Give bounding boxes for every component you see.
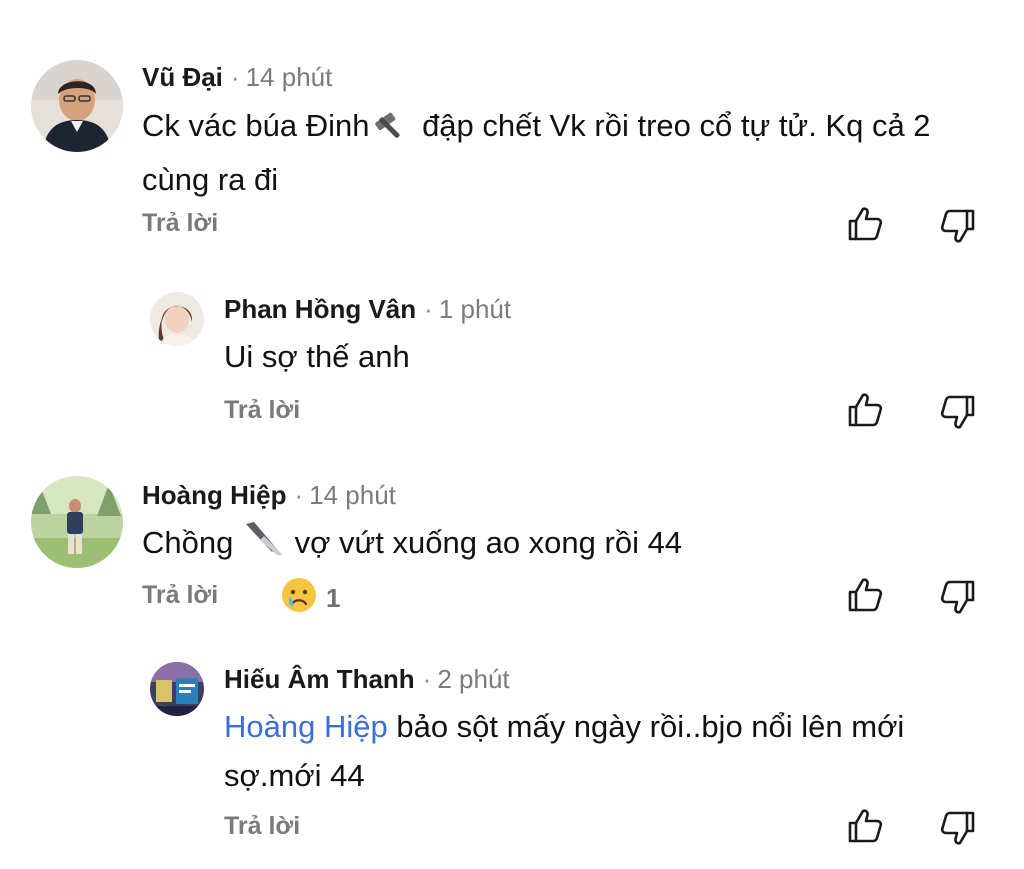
thumbs-up-icon[interactable] xyxy=(845,390,885,430)
reaction-count: 1 xyxy=(326,583,341,613)
reply-comment-item: Hiếu Âm Thanh · 2 phút Hoàng Hiệp bảo sột … xyxy=(0,640,1024,869)
sad-face-icon xyxy=(280,576,326,621)
thumbs-down-icon[interactable] xyxy=(938,577,978,617)
reply-button[interactable]: Trả lời xyxy=(142,209,218,238)
comment-header: Vũ Đại · 14 phút xyxy=(142,62,332,92)
author-name[interactable]: Phan Hồng Vân xyxy=(224,294,416,324)
comment-item: Hoàng Hiệp · 14 phút Chồng vợ vứt xuống ao… xyxy=(0,450,1024,640)
avatar[interactable] xyxy=(150,292,204,346)
separator-dot: · xyxy=(230,62,240,92)
timestamp: 1 phút xyxy=(438,294,512,324)
thumbs-up-icon[interactable] xyxy=(845,204,885,244)
comment-item: Vũ Đại · 14 phút Ck vác búa Đinh đập chết … xyxy=(0,0,1024,260)
avatar[interactable] xyxy=(150,662,204,716)
thumbs-up-icon[interactable] xyxy=(845,575,885,615)
comment-text-part: Chồng xyxy=(142,525,242,561)
reply-comment-item: Phan Hồng Vân · 1 phút Ui sợ thế anh Trả l… xyxy=(0,270,1024,440)
timestamp: 2 phút xyxy=(437,664,510,694)
separator-dot: · xyxy=(424,294,433,324)
comment-text-part: vợ vứt xuống ao xong rồi 44 xyxy=(285,525,683,561)
avatar[interactable] xyxy=(31,60,123,152)
reply-button[interactable]: Trả lời xyxy=(224,812,300,841)
reply-button[interactable]: Trả lời xyxy=(224,396,300,425)
comment-text: Hoàng Hiệp bảo sột mấy ngày rồi..bjo nổi… xyxy=(224,702,964,800)
thumbs-down-icon[interactable] xyxy=(938,808,978,848)
hammer-icon xyxy=(369,101,413,155)
comment-text: Chồng vợ vứt xuống ao xong rồi 44 xyxy=(142,518,982,572)
comment-text-part: Ck vác búa Đinh xyxy=(142,108,370,144)
separator-dot: · xyxy=(422,664,432,694)
author-name[interactable]: Hiếu Âm Thanh xyxy=(224,664,415,694)
reply-button[interactable]: Trả lời xyxy=(142,581,218,610)
comment-header: Hiếu Âm Thanh · 2 phút xyxy=(224,664,510,694)
timestamp: 14 phút xyxy=(309,480,396,510)
comment-header: Hoàng Hiệp · 14 phút xyxy=(142,480,396,510)
separator-dot: · xyxy=(294,480,304,510)
mention-link[interactable]: Hoàng Hiệp xyxy=(224,709,388,744)
avatar[interactable] xyxy=(31,476,123,568)
reaction-summary[interactable]: 1 xyxy=(280,576,340,621)
timestamp: 14 phút xyxy=(245,62,333,92)
author-name[interactable]: Hoàng Hiệp xyxy=(142,480,286,510)
comment-text: Ck vác búa Đinh đập chết Vk rồi treo cổ … xyxy=(142,101,982,204)
comment-header: Phan Hồng Vân · 1 phút xyxy=(224,294,511,324)
thumbs-down-icon[interactable] xyxy=(938,206,978,246)
knife-icon xyxy=(242,518,286,572)
comment-text: Ui sợ thế anh xyxy=(224,339,410,374)
thumbs-down-icon[interactable] xyxy=(938,392,978,432)
thumbs-up-icon[interactable] xyxy=(845,806,885,846)
author-name[interactable]: Vũ Đại xyxy=(142,62,223,92)
